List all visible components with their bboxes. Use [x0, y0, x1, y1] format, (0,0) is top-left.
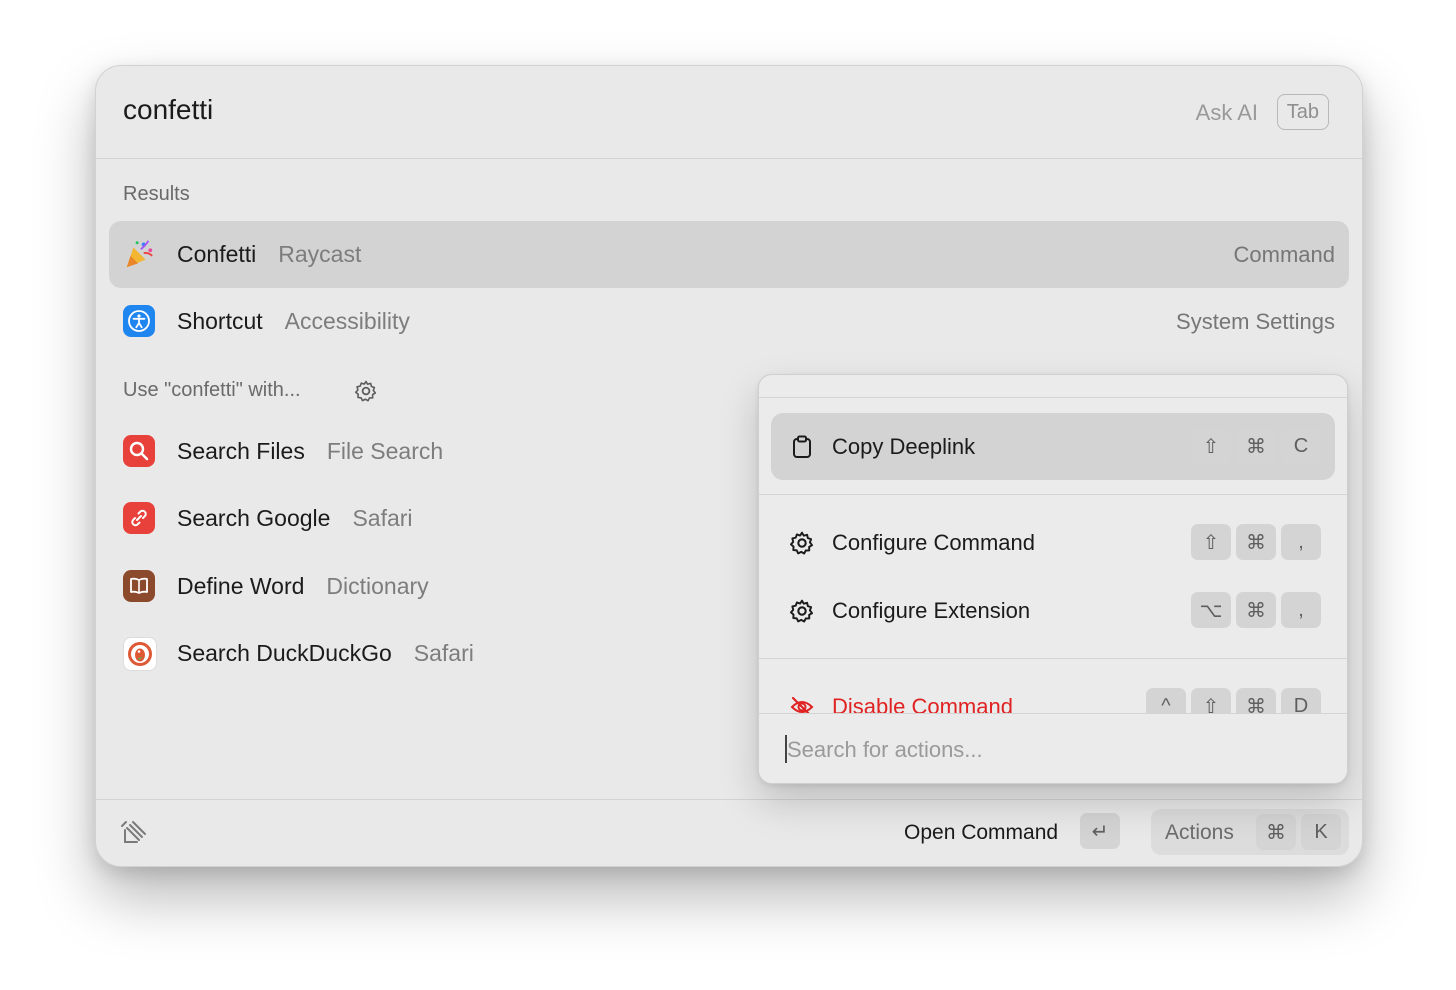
magnifier-icon — [123, 435, 155, 467]
action-label: Configure Extension — [832, 598, 1031, 623]
fallback-title: Search Files File Search — [177, 438, 443, 465]
option-key: ⌥ — [1191, 592, 1231, 628]
k-key: K — [1301, 814, 1341, 850]
action-copy-deeplink[interactable]: Copy Deeplink ⇧ ⌘ C — [771, 413, 1335, 480]
actions-panel: Copy Deeplink ⇧ ⌘ C Configure Command ⇧ … — [758, 374, 1348, 784]
command-key: ⌘ — [1236, 524, 1276, 560]
launcher-window: confetti Ask AI Tab Results Confetti Rayc… — [95, 65, 1363, 867]
clipboard-icon — [793, 435, 811, 458]
gear-icon — [789, 599, 814, 623]
accessibility-icon — [123, 305, 155, 337]
footer-divider — [96, 799, 1362, 800]
action-label: Configure Command — [832, 530, 1035, 555]
fallback-title-text: Search Google — [177, 505, 331, 531]
shift-key: ⇧ — [1191, 524, 1231, 560]
fallback-title-text: Search DuckDuckGo — [177, 640, 392, 666]
result-row-shortcut[interactable]: Shortcut Accessibility System Settings — [109, 288, 1349, 355]
comma-key: , — [1281, 592, 1321, 628]
fallback-title: Search Google Safari — [177, 505, 413, 532]
actions-search-bar[interactable] — [759, 713, 1347, 783]
fallback-subtitle: Dictionary — [326, 573, 429, 599]
fallback-title: Search DuckDuckGo Safari — [177, 640, 474, 667]
duckduckgo-icon — [123, 637, 157, 671]
fallback-subtitle: Safari — [352, 505, 413, 531]
link-icon — [123, 502, 155, 534]
command-key: ⌘ — [1236, 428, 1276, 464]
fallback-subtitle: File Search — [326, 438, 444, 464]
fallback-header: Use "confetti" with... — [123, 379, 301, 401]
result-row-confetti[interactable]: Confetti Raycast Command — [109, 221, 1349, 288]
actions-panel-divider — [759, 494, 1347, 495]
fallback-subtitle: Safari — [413, 640, 474, 666]
ask-ai-label[interactable]: Ask AI — [1196, 100, 1258, 126]
action-configure-command[interactable]: Configure Command ⇧ ⌘ , — [771, 509, 1335, 576]
party-popper-icon — [123, 238, 155, 270]
fallback-title: Define Word Dictionary — [177, 573, 429, 600]
gear-icon[interactable] — [354, 379, 378, 403]
command-key: ⌘ — [1236, 592, 1276, 628]
search-divider — [96, 158, 1362, 159]
action-label: Copy Deeplink — [832, 434, 976, 459]
actions-panel-divider — [759, 658, 1347, 659]
actions-button[interactable]: Actions ⌘ K — [1151, 809, 1349, 855]
book-icon — [123, 570, 155, 602]
result-accessory: Command — [1233, 242, 1335, 267]
fallback-title-text: Define Word — [177, 573, 305, 599]
enter-key: ↵ — [1080, 813, 1120, 849]
fallback-title-text: Search Files — [177, 438, 305, 464]
c-key: C — [1281, 428, 1321, 464]
command-key: ⌘ — [1256, 814, 1296, 850]
results-header: Results — [123, 183, 190, 205]
tab-key-hint: Tab — [1276, 94, 1329, 130]
raycast-logo-icon — [121, 821, 146, 843]
shift-key: ⇧ — [1191, 428, 1231, 464]
gear-icon — [789, 531, 814, 555]
result-title-text: Shortcut — [177, 308, 263, 334]
actions-panel-divider — [759, 397, 1347, 398]
open-command-label[interactable]: Open Command — [904, 821, 1058, 845]
actions-search-input[interactable] — [785, 732, 1309, 768]
result-title-text: Confetti — [177, 241, 257, 267]
result-subtitle: Accessibility — [284, 308, 410, 334]
actions-label: Actions — [1165, 821, 1234, 844]
search-bar[interactable]: confetti Ask AI Tab — [96, 66, 1362, 159]
comma-key: , — [1281, 524, 1321, 560]
result-accessory: System Settings — [1176, 309, 1335, 334]
text-caret — [785, 735, 787, 763]
result-subtitle: Raycast — [278, 241, 362, 267]
search-query[interactable]: confetti — [123, 94, 213, 126]
result-title: Shortcut Accessibility — [177, 308, 410, 335]
action-configure-extension[interactable]: Configure Extension ⌥ ⌘ , — [771, 577, 1335, 644]
result-title: Confetti Raycast — [177, 241, 361, 268]
